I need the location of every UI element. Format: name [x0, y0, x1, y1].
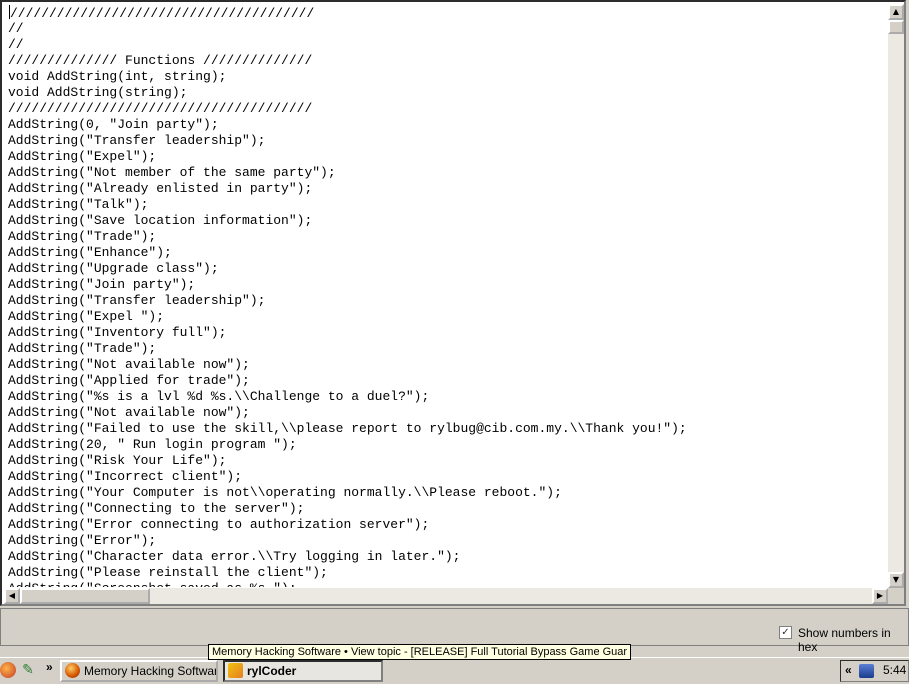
clock[interactable]: 5:44 — [883, 663, 906, 677]
code-line: AddString("Enhance"); — [8, 245, 172, 260]
quicklaunch-chevron-icon[interactable]: » — [46, 660, 53, 674]
code-line: AddString("Please reinstall the client")… — [8, 565, 328, 580]
scroll-up-button[interactable]: ▲ — [888, 4, 904, 20]
quicklaunch-browser-icon[interactable] — [0, 662, 16, 678]
code-line: AddString("Risk Your Life"); — [8, 453, 227, 468]
tray-expand-chevron-icon[interactable]: « — [845, 663, 852, 677]
taskbar-button-rylcoder[interactable]: rylCoder — [223, 660, 383, 682]
code-line: AddString("Transfer leadership"); — [8, 133, 266, 148]
network-icon[interactable] — [859, 664, 874, 678]
text-caret — [9, 5, 10, 19]
code-line: AddString("Expel "); — [8, 309, 165, 324]
code-line: AddString("Not member of the same party"… — [8, 165, 336, 180]
code-line: AddString("Talk"); — [8, 197, 149, 212]
taskbar-tooltip: Memory Hacking Software • View topic - [… — [208, 644, 632, 660]
firefox-icon — [65, 663, 80, 678]
code-line: AddString("Join party"); — [8, 277, 196, 292]
code-line: AddString(20, " Run login program "); — [8, 437, 297, 452]
code-line: AddString("Screenshot saved as %s."); — [8, 581, 884, 587]
code-line: /////////////////////////////////////// — [9, 5, 315, 21]
scrollbar-corner — [888, 588, 904, 604]
code-line: // — [8, 21, 24, 36]
code-text-area[interactable]: ////////////////////////////////////////… — [8, 5, 884, 587]
code-line: AddString("Your Computer is not\\operati… — [8, 485, 562, 500]
code-line: AddString("Error connecting to authoriza… — [8, 517, 430, 532]
code-line: AddString("%s is a lvl %d %s.\\Challenge… — [8, 389, 430, 404]
code-line: AddString("Applied for trade"); — [8, 373, 250, 388]
rylcoder-icon — [228, 663, 243, 678]
code-line: void AddString(string); — [8, 85, 188, 100]
code-line: AddString(0, "Join party"); — [8, 117, 219, 132]
scroll-left-button[interactable]: ◀ — [4, 588, 20, 604]
code-line: AddString("Connecting to the server"); — [8, 501, 305, 516]
show-hex-label[interactable]: Show numbers in hex — [798, 626, 908, 654]
code-line: AddString("Failed to use the skill,\\ple… — [8, 421, 687, 436]
scroll-down-button[interactable]: ▼ — [888, 572, 904, 588]
code-line: AddString("Save location information"); — [8, 213, 313, 228]
code-line: AddString("Trade"); — [8, 229, 157, 244]
code-line: AddString("Not available now"); — [8, 405, 250, 420]
code-line: AddString("Transfer leadership"); — [8, 293, 266, 308]
code-line: void AddString(int, string); — [8, 69, 227, 84]
code-line: AddString("Character data error.\\Try lo… — [8, 549, 461, 564]
code-line: AddString("Error"); — [8, 533, 157, 548]
code-line: AddString("Incorrect client"); — [8, 469, 243, 484]
horizontal-scrollbar[interactable]: ◀ ▶ — [4, 588, 888, 604]
code-line: AddString("Upgrade class"); — [8, 261, 219, 276]
code-editor[interactable]: ////////////////////////////////////////… — [0, 0, 906, 606]
code-line: AddString("Trade"); — [8, 341, 157, 356]
code-line: // — [8, 37, 24, 52]
code-line: AddString("Not available now"); — [8, 357, 250, 372]
quicklaunch-tool-icon[interactable]: ✎ — [20, 661, 36, 677]
vertical-scroll-thumb[interactable] — [888, 20, 904, 34]
code-line: AddString("Expel"); — [8, 149, 157, 164]
code-line: AddString("Already enlisted in party"); — [8, 181, 313, 196]
code-line: AddString("Inventory full"); — [8, 325, 227, 340]
code-line: /////////////////////////////////////// — [8, 101, 313, 116]
taskbar-button-label: rylCoder — [247, 664, 297, 678]
system-tray: « 5:44 — [840, 660, 909, 682]
scroll-right-button[interactable]: ▶ — [872, 588, 888, 604]
taskbar-button-label: Memory Hacking Softwar... — [84, 664, 218, 678]
code-line: ////////////// Functions ////////////// — [8, 53, 313, 68]
taskbar-button-browser[interactable]: Memory Hacking Softwar... — [60, 660, 218, 682]
horizontal-scroll-thumb[interactable] — [20, 588, 150, 604]
options-panel: ✓ Show numbers in hex — [0, 608, 909, 654]
vertical-scrollbar[interactable]: ▲ ▼ — [888, 4, 904, 588]
show-hex-checkbox[interactable]: ✓ — [779, 626, 792, 639]
